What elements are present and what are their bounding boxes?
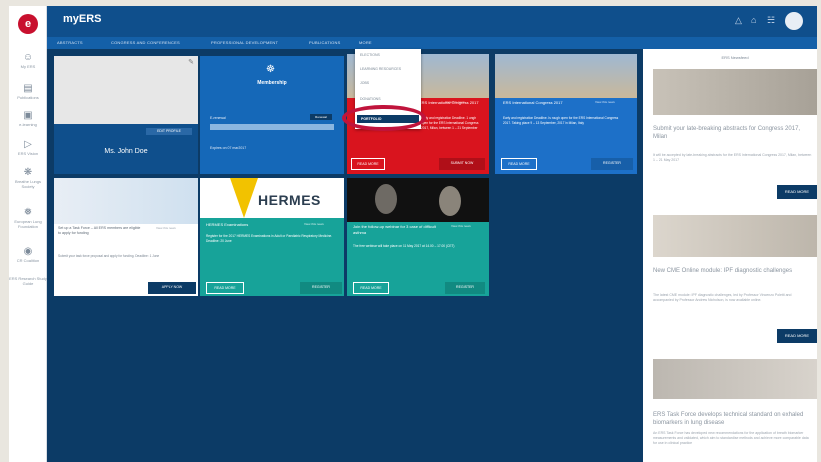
play-icon: ▷ <box>24 139 32 150</box>
coalition-icon: ◉ <box>23 246 33 257</box>
task-force-photo <box>54 178 198 224</box>
card-text: Early and registration Deadline. 1 ungh … <box>421 116 479 130</box>
view-news-link[interactable]: View this news <box>451 224 471 228</box>
nav-congress[interactable]: CONGRESS AND CONFERENCES <box>111 40 180 45</box>
newsfeed-title: ERS Newsfeed <box>721 55 749 60</box>
rail-item-elf[interactable]: ❅ European Lung Foundation <box>9 207 47 229</box>
hermes-logo: HERMES <box>258 192 321 208</box>
card-text: Register for the 2017 HERMES Examination… <box>206 234 333 243</box>
register-button[interactable]: REGISTER <box>300 282 342 294</box>
webinar-photo <box>347 178 489 222</box>
register-button[interactable]: REGISTER <box>591 158 633 170</box>
main-nav: ABSTRACTS CONGRESS AND CONFERENCES PROFE… <box>47 37 817 49</box>
card-title: ERS International Congress 2017 <box>503 100 563 105</box>
app-window: e ☺ My ERS ▤ Publications ▣ e-learning ▷… <box>9 6 817 462</box>
card-title: Set up a Task Force – All ERS members ar… <box>58 226 141 235</box>
newsfeed-item-title[interactable]: Submit your late-breaking abstracts for … <box>653 125 813 141</box>
edit-pencil-icon[interactable]: ✎ <box>188 58 194 66</box>
dropdown-item-donations[interactable]: DONATIONS <box>360 97 381 101</box>
tree-icon: ❅ <box>23 207 33 218</box>
ers-logo[interactable]: e <box>18 14 38 34</box>
edit-profile-button[interactable]: EDIT PROFILE <box>146 128 192 135</box>
view-news-link[interactable]: View this news <box>304 222 324 226</box>
view-news-link[interactable]: View this news <box>156 226 176 230</box>
dropdown-item-learning-resources[interactable]: LEARNING RESOURCES <box>360 67 401 71</box>
hermes-banner: HERMES <box>200 178 344 218</box>
profile-card: ✎ EDIT PROFILE Ms. John Doe <box>54 56 198 174</box>
congress-card-2: ERS International Congress 2017 View thi… <box>495 54 637 174</box>
profile-name: Ms. John Doe <box>104 148 148 155</box>
read-more-button[interactable]: READ MORE <box>777 329 817 343</box>
newsfeed-photo-3 <box>653 359 817 399</box>
view-news-link[interactable]: View this news <box>445 100 465 104</box>
rail-item-elearning[interactable]: ▣ e-learning <box>9 110 47 127</box>
webinar-card: Join the follow-up webinar for 3 case of… <box>347 178 489 296</box>
newsfeed-photo-1 <box>653 69 817 115</box>
membership-progress <box>210 124 334 130</box>
membership-title: Membership <box>257 80 287 86</box>
rail-item-cr-coalition[interactable]: ◉ CR Coalition <box>9 246 47 263</box>
left-rail: e ☺ My ERS ▤ Publications ▣ e-learning ▷… <box>9 6 47 462</box>
read-more-button[interactable]: READ MORE <box>501 158 537 170</box>
rail-item-ers-vision[interactable]: ▷ ERS Vision <box>9 139 47 156</box>
renewal-badge[interactable]: Renewal <box>310 114 332 120</box>
membership-status: E-renewal <box>210 116 226 120</box>
card-text: Submit your task force proposal and appl… <box>58 254 160 258</box>
top-bar: myERS △ ⌂ ☵ <box>47 6 817 37</box>
globe-icon: ☸ <box>266 64 275 75</box>
newsfeed-photo-2 <box>653 215 817 257</box>
nav-more[interactable]: MORE <box>359 40 372 45</box>
document-icon: ▤ <box>23 83 33 94</box>
dropdown-item-jobs[interactable]: JOBS <box>360 81 369 85</box>
congress-photo-2 <box>495 54 637 98</box>
newsfeed-item-text: The latest CME module: IPF diagnostic ch… <box>653 293 792 302</box>
rail-item-breathe[interactable]: ❋ Breathe Lungs Society <box>9 167 47 189</box>
read-more-button[interactable]: READ MORE <box>353 282 389 294</box>
avatar[interactable] <box>785 12 803 30</box>
nav-publications[interactable]: PUBLICATIONS <box>309 40 340 45</box>
newsfeed-item-text: It will be accepted by late-breaking abs… <box>653 153 812 162</box>
home-icon[interactable]: ⌂ <box>751 15 756 25</box>
card-title: HERMES Examinations <box>206 222 249 227</box>
card-title: Join the follow-up webinar for 3 case of… <box>353 224 436 235</box>
highlight-circle <box>342 105 426 131</box>
membership-expiry: Expires on 07 mar2017 <box>210 146 247 150</box>
nav-abstracts[interactable]: ABSTRACTS <box>57 40 83 45</box>
read-more-button[interactable]: READ MORE <box>351 158 385 170</box>
lungs-icon: ❋ <box>23 167 33 178</box>
user-icon: ☺ <box>22 52 34 63</box>
dropdown-item-elections[interactable]: ELECTIONS <box>360 53 380 57</box>
newsfeed-item-text: An ERS Task Force has developed new reco… <box>653 431 809 445</box>
card-text: The free webinar will take place on 11 M… <box>353 244 455 248</box>
notification-icon[interactable]: △ <box>735 15 742 26</box>
hermes-chevron-icon <box>230 178 258 218</box>
membership-card: ☸ Membership E-renewal Renewal Expires o… <box>200 56 344 174</box>
newsfeed-item-title[interactable]: New CME Online module: IPF diagnostic ch… <box>653 267 813 275</box>
read-more-button[interactable]: READ MORE <box>206 282 244 294</box>
hermes-card: HERMES HERMES Examinations View this new… <box>200 178 344 296</box>
rail-item-publications[interactable]: ▤ Publications <box>9 83 47 100</box>
newsfeed-item-title[interactable]: ERS Task Force develops technical standa… <box>653 411 813 427</box>
newsfeed-panel: ERS Newsfeed Submit your late-breaking a… <box>643 49 817 462</box>
submit-now-button[interactable]: SUBMIT NOW <box>439 158 485 170</box>
cart-icon[interactable]: ☵ <box>767 15 775 26</box>
nav-professional-development[interactable]: PROFESSIONAL DEVELOPMENT <box>211 40 278 45</box>
view-news-link[interactable]: View this news <box>595 100 615 104</box>
laptop-icon: ▣ <box>23 110 33 121</box>
rail-item-research[interactable]: ERS Research Study Guide <box>9 276 47 286</box>
read-more-button[interactable]: READ MORE <box>777 185 817 199</box>
task-force-card: Set up a Task Force – All ERS members ar… <box>54 178 198 296</box>
profile-photo <box>54 56 198 124</box>
app-title[interactable]: myERS <box>63 13 102 25</box>
card-text: Early and registration Deadline. Is roug… <box>503 116 619 125</box>
rail-item-myers[interactable]: ☺ My ERS <box>9 52 47 69</box>
apply-now-button[interactable]: APPLY NOW <box>148 282 196 294</box>
register-button[interactable]: REGISTER <box>445 282 485 294</box>
